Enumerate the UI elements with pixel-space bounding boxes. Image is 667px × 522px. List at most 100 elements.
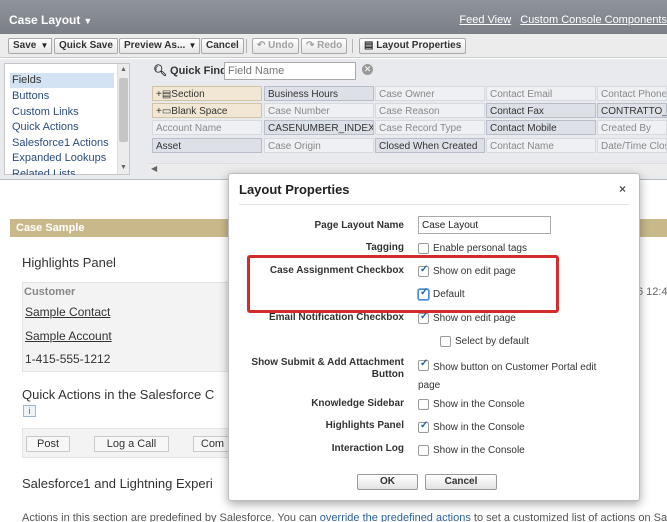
scroll-left-icon[interactable]: ◀ (151, 164, 157, 173)
timestamp-value: 6 12:4 (637, 286, 667, 298)
palette-field[interactable]: Case Origin (264, 138, 374, 153)
undo-button[interactable]: ↶ Undo (252, 38, 299, 54)
scroll-up-icon[interactable]: ▲ (120, 66, 127, 73)
category-related-lists[interactable]: Related Lists (10, 167, 114, 175)
enable-personal-tags-label: Enable personal tags (433, 243, 527, 254)
palette-field[interactable]: Account Name (152, 120, 262, 135)
palette-field[interactable]: Case Number (264, 103, 374, 118)
save-dropdown-button[interactable]: ▼ (38, 38, 52, 54)
category-expanded-lookups[interactable]: Expanded Lookups (10, 151, 114, 166)
knowledge-sidebar-checkbox[interactable] (418, 399, 429, 410)
highlights-panel-label: Highlights Panel (325, 420, 404, 431)
highlight-annotation (247, 255, 559, 313)
category-buttons[interactable]: Buttons (10, 89, 114, 104)
custom-console-components-link[interactable]: Custom Console Components (520, 14, 667, 26)
chevron-down-icon: ▼ (83, 16, 93, 26)
palette-field[interactable]: Closed When Created (375, 138, 485, 153)
enable-personal-tags-checkbox[interactable] (418, 243, 429, 254)
scroll-down-icon[interactable]: ▼ (120, 164, 127, 171)
sample-account-link[interactable]: Sample Account (25, 329, 112, 343)
search-icon: 🔍︎ (153, 65, 171, 77)
dialog-cancel-button[interactable]: Cancel (425, 474, 497, 490)
interaction-log-option-label: Show in the Console (433, 445, 525, 456)
palette-field[interactable]: Contact Phone (597, 86, 667, 101)
email-notification-label: Email Notification Checkbox (268, 312, 404, 323)
post-action-button[interactable]: Post (26, 436, 70, 452)
sample-contact-link[interactable]: Sample Contact (25, 305, 110, 319)
email-select-by-default-checkbox[interactable] (440, 336, 451, 347)
tagging-label: Tagging (365, 242, 404, 253)
comment-action-button[interactable]: Com (193, 436, 232, 452)
email-select-by-default-label: Select by default (455, 336, 529, 347)
palette-field-blank-space[interactable]: +▭Blank Space (152, 103, 262, 118)
palette-field[interactable]: Date/Time Clos (597, 138, 667, 153)
preview-as-button[interactable]: Preview As... (119, 38, 191, 54)
email-notification-show-checkbox[interactable] (418, 311, 429, 324)
cancel-button[interactable]: Cancel (201, 38, 244, 54)
header-links: Feed View Custom Console Components (453, 14, 667, 26)
palette-field[interactable]: Asset (152, 138, 262, 153)
palette-field[interactable]: Case Reason (375, 103, 485, 118)
page-header: Case Layout ▼ Feed View Custom Console Co… (0, 0, 667, 34)
palette-field[interactable]: Contact Mobile (486, 120, 596, 135)
layout-properties-button[interactable]: ▤ Layout Properties (359, 38, 467, 54)
toolbar: Save ▼ Quick Save Preview As... ▼ Cancel… (0, 34, 667, 58)
close-icon[interactable]: × (619, 182, 626, 196)
quick-actions-title: Quick Actions in the Salesforce C (22, 387, 215, 402)
save-button[interactable]: Save (8, 38, 42, 54)
layout-title-dropdown[interactable]: Case Layout ▼ (9, 13, 92, 27)
clear-search-icon[interactable]: ✕ (362, 64, 373, 75)
page-layout-name-label: Page Layout Name (314, 220, 404, 231)
palette-field-section[interactable]: +▤Section (152, 86, 262, 101)
email-notification-show-label: Show on edit page (433, 313, 516, 324)
quick-find-label: 🔍︎ Quick Find (153, 65, 227, 77)
highlights-panel-title: Highlights Panel (22, 255, 116, 270)
palette-field[interactable]: CONTRATTO_ (597, 103, 667, 118)
palette-field[interactable]: Business Hours (264, 86, 374, 101)
info-icon[interactable]: i (23, 405, 36, 417)
palette-field[interactable]: Case Record Type (375, 120, 485, 135)
interaction-log-label: Interaction Log (331, 443, 404, 454)
page-layout-name-input[interactable] (418, 216, 551, 234)
feed-view-link[interactable]: Feed View (459, 14, 511, 26)
undo-icon: ↶ (257, 40, 269, 51)
phone-value: 1-415-555-1212 (25, 352, 111, 366)
customer-label: Customer (24, 286, 76, 298)
scroll-thumb[interactable] (119, 78, 128, 142)
interaction-log-checkbox[interactable] (418, 445, 429, 456)
toolbar-divider (246, 39, 247, 53)
preview-as-dropdown-button[interactable]: ▼ (186, 38, 200, 54)
knowledge-sidebar-label: Knowledge Sidebar (311, 398, 404, 409)
show-submit-option-label: Show button on Customer Portal edit page (418, 362, 597, 391)
quick-save-button[interactable]: Quick Save (54, 38, 118, 54)
add-blank-space-icon: +▭ (156, 106, 172, 117)
add-section-icon: +▤ (156, 89, 172, 100)
category-scrollbar[interactable]: ▲ ▼ (117, 64, 129, 174)
properties-icon: ▤ (364, 40, 377, 51)
palette-field[interactable]: Contact Name (486, 138, 596, 153)
log-call-action-button[interactable]: Log a Call (94, 436, 169, 452)
redo-button[interactable]: ↷ Redo (301, 38, 348, 54)
category-salesforce1-actions[interactable]: Salesforce1 Actions (10, 136, 114, 151)
toolbar-divider (352, 39, 353, 53)
palette-field[interactable]: Contact Email (486, 86, 596, 101)
palette-field[interactable]: Contact Fax (486, 103, 596, 118)
category-custom-links[interactable]: Custom Links (10, 105, 114, 120)
highlights-panel-option-label: Show in the Console (433, 422, 525, 433)
dialog-title: Layout Properties (239, 182, 350, 197)
category-fields[interactable]: Fields (10, 73, 114, 88)
category-quick-actions[interactable]: Quick Actions (10, 120, 114, 135)
highlights-panel-checkbox[interactable] (418, 420, 429, 433)
knowledge-sidebar-option-label: Show in the Console (433, 399, 525, 410)
palette-category-list: Fields Buttons Custom Links Quick Action… (4, 63, 130, 175)
show-submit-label: Show Submit & Add Attachment Button (251, 357, 404, 380)
redo-icon: ↷ (306, 40, 318, 51)
quick-find-input[interactable] (224, 62, 356, 80)
salesforce1-actions-title: Salesforce1 and Lightning Experi (22, 476, 213, 491)
ok-button[interactable]: OK (357, 474, 418, 490)
palette-field[interactable]: Case Owner (375, 86, 485, 101)
palette-field[interactable]: CASENUMBER_INDEXE (264, 120, 374, 135)
override-actions-link[interactable]: override the predefined actions (320, 512, 471, 522)
palette-field[interactable]: Created By (597, 120, 667, 135)
actions-description: Actions in this section are predefined b… (22, 512, 667, 522)
